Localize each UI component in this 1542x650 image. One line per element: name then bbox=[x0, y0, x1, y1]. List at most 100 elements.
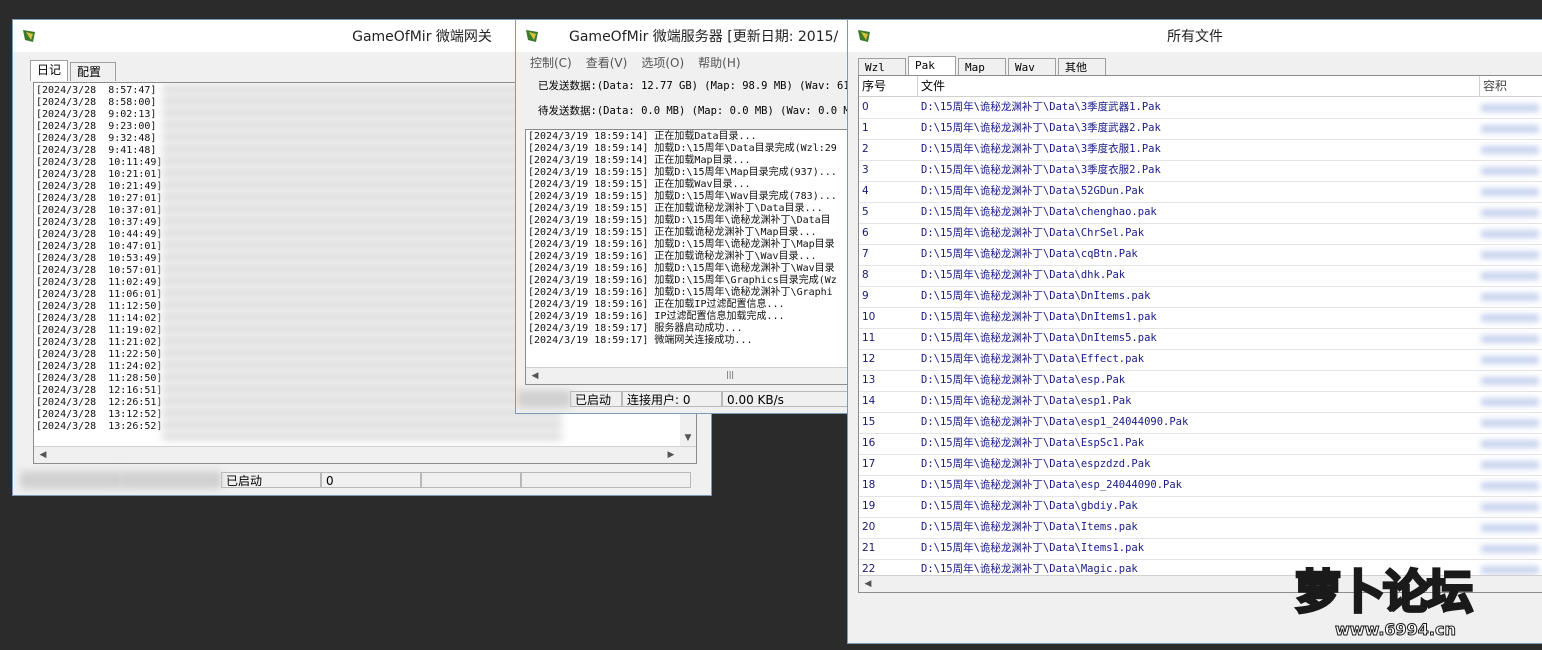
table-row[interactable]: 15 D:\15周年\诡秘龙渊补丁\Data\esp1_24044090.Pak bbox=[859, 412, 1542, 434]
watermark-url: www.6994.cn bbox=[1335, 620, 1457, 640]
row-index: 14 bbox=[862, 395, 876, 407]
log-line: [2024/3/28 10:57:01] bbox=[36, 265, 163, 276]
row-size-blurred bbox=[1481, 419, 1539, 427]
scroll-down-icon[interactable]: ▼ bbox=[681, 431, 695, 445]
table-row[interactable]: 20 D:\15周年\诡秘龙渊补丁\Data\Items.pak bbox=[859, 517, 1542, 539]
table-row[interactable]: 5 D:\15周年\诡秘龙渊补丁\Data\chenghao.pak bbox=[859, 202, 1542, 224]
log-line: [2024/3/28 9:41:48] bbox=[36, 145, 157, 156]
gateway-status-state: 已启动 bbox=[221, 472, 321, 488]
col-divider bbox=[1479, 76, 1480, 96]
table-row[interactable]: 12 D:\15周年\诡秘龙渊补丁\Data\Effect.pak bbox=[859, 349, 1542, 371]
row-index: 10 bbox=[862, 311, 876, 323]
sent-data-text: 已发送数据:(Data: 12.77 GB) (Map: 98.9 MB) (W… bbox=[538, 80, 850, 92]
col-size-header[interactable]: 容积 bbox=[1483, 76, 1507, 96]
row-file-path: D:\15周年\诡秘龙渊补丁\Data\esp1_24044090.Pak bbox=[921, 416, 1189, 428]
log-line: [2024/3/28 11:21:02] bbox=[36, 337, 163, 348]
log-line: [2024/3/28 11:28:50] bbox=[36, 373, 163, 384]
log-line: [2024/3/28 11:14:02] bbox=[36, 313, 163, 324]
scroll-left-icon[interactable]: ◀ bbox=[528, 369, 542, 383]
scroll-left-icon[interactable]: ◀ bbox=[36, 448, 50, 462]
row-file-path: D:\15周年\诡秘龙渊补丁\Data\52GDun.Pak bbox=[921, 185, 1145, 197]
row-size-blurred bbox=[1481, 272, 1539, 280]
menu-item[interactable]: 选项(O) bbox=[634, 54, 691, 71]
row-file-path: D:\15周年\诡秘龙渊补丁\Data\dhk.Pak bbox=[921, 269, 1126, 281]
table-row[interactable]: 9 D:\15周年\诡秘龙渊补丁\Data\DnItems.pak bbox=[859, 286, 1542, 308]
log-line: [2024/3/19 18:59:16] 正在加载诡秘龙渊补丁\Wav目录... bbox=[528, 251, 817, 262]
scroll-right-icon[interactable]: ▶ bbox=[664, 448, 678, 462]
row-file-path: D:\15周年\诡秘龙渊补丁\Data\esp1.Pak bbox=[921, 395, 1132, 407]
files-titlebar[interactable]: 所有文件 bbox=[848, 20, 1542, 52]
row-size-blurred bbox=[1481, 482, 1539, 490]
scroll-thumb[interactable]: ||| bbox=[726, 371, 736, 379]
row-index: 22 bbox=[862, 563, 876, 575]
table-row[interactable]: 10 D:\15周年\诡秘龙渊补丁\Data\DnItems1.pak bbox=[859, 307, 1542, 329]
menu-item[interactable]: 控制(C) bbox=[523, 54, 579, 71]
log-line: [2024/3/19 18:59:15] 正在加载Wav目录... bbox=[528, 179, 751, 190]
row-file-path: D:\15周年\诡秘龙渊补丁\Data\Items.pak bbox=[921, 521, 1138, 533]
scroll-left-icon[interactable]: ◀ bbox=[861, 577, 875, 591]
table-row[interactable]: 8 D:\15周年\诡秘龙渊补丁\Data\dhk.Pak bbox=[859, 265, 1542, 287]
table-row[interactable]: 1 D:\15周年\诡秘龙渊补丁\Data\3季度武器2.Pak bbox=[859, 118, 1542, 140]
log-line: [2024/3/28 10:27:01] bbox=[36, 193, 163, 204]
row-size-blurred bbox=[1481, 377, 1539, 385]
table-row[interactable]: 13 D:\15周年\诡秘龙渊补丁\Data\esp.Pak bbox=[859, 370, 1542, 392]
row-file-path: D:\15周年\诡秘龙渊补丁\Data\3季度衣服2.Pak bbox=[921, 164, 1161, 176]
log-line: [2024/3/19 18:59:14] 正在加载Data目录... bbox=[528, 131, 757, 142]
table-row[interactable]: 4 D:\15周年\诡秘龙渊补丁\Data\52GDun.Pak bbox=[859, 181, 1542, 203]
row-size-blurred bbox=[1481, 440, 1539, 448]
row-index: 1 bbox=[862, 122, 869, 134]
log-line: [2024/3/28 13:26:52] bbox=[36, 421, 163, 432]
server-window: GameOfMir 微端服务器 [更新日期: 2015/ 控制(C) 查看(V) 选… bbox=[515, 19, 855, 414]
tab-log[interactable]: 日记 bbox=[30, 60, 69, 81]
table-row[interactable]: 17 D:\15周年\诡秘龙渊补丁\Data\espzdzd.Pak bbox=[859, 454, 1542, 476]
row-size-blurred bbox=[1481, 398, 1539, 406]
table-row[interactable]: 0 D:\15周年\诡秘龙渊补丁\Data\3季度武器1.Pak bbox=[859, 97, 1542, 119]
status-blurred-1 bbox=[21, 472, 121, 488]
col-file-header[interactable]: 文件 bbox=[921, 76, 945, 96]
server-titlebar[interactable]: GameOfMir 微端服务器 [更新日期: 2015/ bbox=[516, 20, 855, 52]
table-row[interactable]: 3 D:\15周年\诡秘龙渊补丁\Data\3季度衣服2.Pak bbox=[859, 160, 1542, 182]
gateway-log-list: [2024/3/28 8:57:47] [2024/3/28 8:58:00] [2… bbox=[36, 85, 162, 433]
row-file-path: D:\15周年\诡秘龙渊补丁\Data\esp_24044090.Pak bbox=[921, 479, 1183, 491]
row-size-blurred bbox=[1481, 293, 1539, 301]
row-index: 19 bbox=[862, 500, 876, 512]
log-line: [2024/3/28 10:37:01] bbox=[36, 205, 163, 216]
server-hscroll[interactable]: ◀ ||| bbox=[526, 367, 855, 384]
app-icon bbox=[858, 30, 870, 42]
row-index: 3 bbox=[862, 164, 869, 176]
log-line: [2024/3/28 8:58:00] bbox=[36, 97, 157, 108]
menu-item[interactable]: 查看(V) bbox=[579, 54, 635, 71]
table-row[interactable]: 14 D:\15周年\诡秘龙渊补丁\Data\esp1.Pak bbox=[859, 391, 1542, 413]
log-line: [2024/3/19 18:59:16] 加载D:\15周年\诡秘龙渊补丁\Gr… bbox=[528, 287, 833, 298]
log-line: [2024/3/28 10:53:49] bbox=[36, 253, 163, 264]
table-row[interactable]: 19 D:\15周年\诡秘龙渊补丁\Data\gbdiy.Pak bbox=[859, 496, 1542, 518]
table-row[interactable]: 16 D:\15周年\诡秘龙渊补丁\Data\EspSc1.Pak bbox=[859, 433, 1542, 455]
table-row[interactable]: 6 D:\15周年\诡秘龙渊补丁\Data\ChrSel.Pak bbox=[859, 223, 1542, 245]
tab-config[interactable]: 配置 bbox=[70, 62, 117, 81]
table-row[interactable]: 18 D:\15周年\诡秘龙渊补丁\Data\esp_24044090.Pak bbox=[859, 475, 1542, 497]
log-line: [2024/3/19 18:59:16] 加载D:\15周年\诡秘龙渊补丁\Wa… bbox=[528, 263, 835, 274]
table-row[interactable]: 11 D:\15周年\诡秘龙渊补丁\Data\DnItems5.pak bbox=[859, 328, 1542, 350]
server-status-state: 已启动 bbox=[570, 391, 622, 407]
log-line: [2024/3/28 11:02:49] bbox=[36, 277, 163, 288]
col-index-header[interactable]: 序号 bbox=[862, 76, 886, 96]
table-row[interactable]: 7 D:\15周年\诡秘龙渊补丁\Data\cqBtn.Pak bbox=[859, 244, 1542, 266]
row-size-blurred bbox=[1481, 503, 1539, 511]
row-index: 0 bbox=[862, 101, 869, 113]
menu-item[interactable]: 帮助(H) bbox=[691, 54, 747, 71]
files-table: 序号 文件 容积 0 D:\15周年\诡秘龙渊补丁\Data\3季度武器1.Pak… bbox=[858, 75, 1542, 593]
log-line: [2024/3/28 12:26:51] bbox=[36, 397, 163, 408]
row-index: 7 bbox=[862, 248, 869, 260]
col-divider bbox=[917, 76, 918, 96]
log-line: [2024/3/28 9:32:48] bbox=[36, 133, 157, 144]
log-line: [2024/3/28 9:23:00] bbox=[36, 121, 157, 132]
log-line: [2024/3/28 10:44:49] bbox=[36, 229, 163, 240]
gateway-hscroll[interactable]: ◀ ▶ bbox=[34, 446, 696, 463]
tab-1[interactable]: Pak bbox=[908, 56, 956, 77]
log-line: [2024/3/19 18:59:17] 服务器启动成功... bbox=[528, 323, 743, 334]
row-file-path: D:\15周年\诡秘龙渊补丁\Data\DnItems1.pak bbox=[921, 311, 1157, 323]
row-size-blurred bbox=[1481, 188, 1539, 196]
row-file-path: D:\15周年\诡秘龙渊补丁\Data\Effect.pak bbox=[921, 353, 1145, 365]
table-row[interactable]: 2 D:\15周年\诡秘龙渊补丁\Data\3季度衣服1.Pak bbox=[859, 139, 1542, 161]
log-line: [2024/3/19 18:59:16] 加载D:\15周年\Graphics目… bbox=[528, 275, 837, 286]
